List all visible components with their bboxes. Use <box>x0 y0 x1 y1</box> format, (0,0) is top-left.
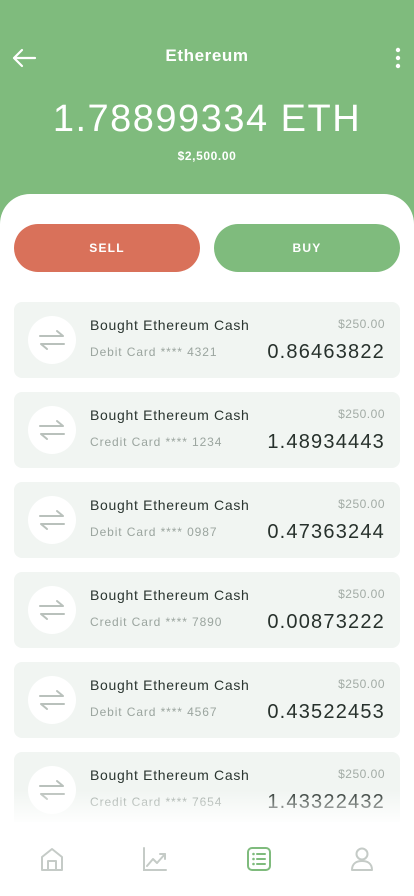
transaction-fiat: $250.00 <box>338 407 385 421</box>
transaction-title: Bought Ethereum Cash <box>90 677 250 693</box>
transaction-title: Bought Ethereum Cash <box>90 767 250 783</box>
sell-button[interactable]: SELL <box>14 224 200 272</box>
transaction-title: Bought Ethereum Cash <box>90 497 250 513</box>
transfer-icon <box>28 766 76 814</box>
transaction-title: Bought Ethereum Cash <box>90 407 250 423</box>
transaction-amount: 0.43522453 <box>267 701 385 723</box>
fiat-balance: $2,500.00 <box>177 149 237 163</box>
user-icon <box>351 847 374 871</box>
page-title: Ethereum <box>165 46 249 65</box>
transfer-icon <box>28 496 76 544</box>
transaction-fiat: $250.00 <box>338 677 385 691</box>
payment-method: Debit Card **** 4567 <box>90 705 218 719</box>
transaction-title: Bought Ethereum Cash <box>90 587 250 603</box>
transaction-card[interactable]: Bought Ethereum Cash Debit Card **** 456… <box>14 662 400 738</box>
transaction-list: Bought Ethereum Cash Debit Card **** 432… <box>14 302 400 842</box>
bottom-tab-bar <box>0 822 414 896</box>
transfer-icon <box>28 586 76 634</box>
tab-home[interactable] <box>0 822 104 896</box>
transaction-amount: 0.86463822 <box>267 341 385 363</box>
chart-icon <box>143 847 168 871</box>
more-vertical-icon <box>395 47 401 69</box>
tab-profile[interactable] <box>311 822 414 896</box>
home-icon <box>40 848 63 871</box>
more-options-button[interactable] <box>386 42 410 74</box>
transaction-card[interactable]: Bought Ethereum Cash Credit Card **** 76… <box>14 752 400 828</box>
tab-chart[interactable] <box>104 822 208 896</box>
transaction-card[interactable]: Bought Ethereum Cash Credit Card **** 12… <box>14 392 400 468</box>
transaction-fiat: $250.00 <box>338 767 385 781</box>
transaction-fiat: $250.00 <box>338 317 385 331</box>
transfer-icon <box>28 316 76 364</box>
crypto-balance: 1.78899334 ETH <box>52 98 362 140</box>
transaction-title: Bought Ethereum Cash <box>90 317 250 333</box>
transaction-fiat: $250.00 <box>338 587 385 601</box>
transaction-card[interactable]: Bought Ethereum Cash Credit Card **** 78… <box>14 572 400 648</box>
payment-method: Credit Card **** 7654 <box>90 795 223 809</box>
transaction-amount: 0.00873222 <box>267 611 385 633</box>
payment-method: Debit Card **** 0987 <box>90 525 218 539</box>
transaction-fiat: $250.00 <box>338 497 385 511</box>
transfer-icon <box>28 406 76 454</box>
payment-method: Credit Card **** 7890 <box>90 615 223 629</box>
transaction-amount: 1.48934443 <box>267 431 385 453</box>
buy-button[interactable]: BUY <box>214 224 400 272</box>
payment-method: Credit Card **** 1234 <box>90 435 223 449</box>
transaction-card[interactable]: Bought Ethereum Cash Debit Card **** 432… <box>14 302 400 378</box>
transaction-card[interactable]: Bought Ethereum Cash Debit Card **** 098… <box>14 482 400 558</box>
payment-method: Debit Card **** 4321 <box>90 345 218 359</box>
tab-transactions[interactable] <box>207 822 311 896</box>
list-icon <box>246 847 271 871</box>
transaction-amount: 1.43322432 <box>267 791 385 813</box>
transfer-icon <box>28 676 76 724</box>
transaction-amount: 0.47363244 <box>267 521 385 543</box>
